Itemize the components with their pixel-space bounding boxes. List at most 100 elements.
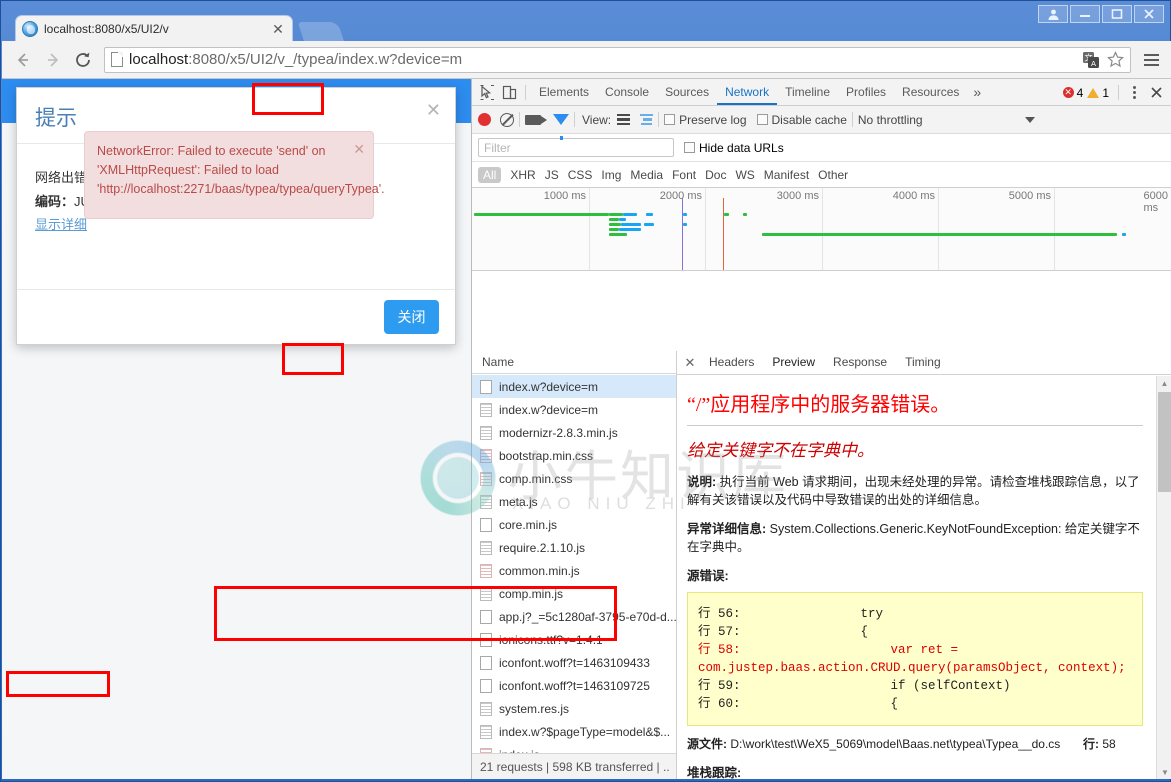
list-view-icon[interactable] — [617, 113, 631, 126]
type-filter-xhr[interactable]: XHR — [510, 168, 535, 182]
forward-arrow-icon[interactable] — [38, 45, 68, 75]
network-overview-timeline[interactable]: 1000 ms 2000 ms 3000 ms 4000 ms 5000 ms … — [472, 188, 1171, 271]
warning-icon — [1087, 87, 1100, 98]
type-filter-js[interactable]: JS — [545, 168, 559, 182]
star-icon[interactable] — [1106, 51, 1124, 69]
request-row[interactable]: ionicons.ttf?v=1.4.1 — [472, 628, 676, 651]
close-icon[interactable] — [1134, 5, 1164, 23]
browser-tab[interactable]: localhost:8080/x5/UI2/v ✕ — [15, 15, 293, 42]
type-filter-font[interactable]: Font — [672, 168, 696, 182]
blank-doc-icon — [480, 609, 492, 624]
detail-close-icon[interactable]: ✕ — [681, 355, 699, 371]
reload-icon[interactable] — [68, 45, 98, 75]
device-toolbar-icon[interactable] — [498, 81, 520, 103]
close-devtools-icon[interactable] — [1145, 82, 1167, 104]
tab-network[interactable]: Network — [717, 79, 778, 105]
detail-tab-preview[interactable]: Preview — [764, 351, 823, 374]
disable-cache-checkbox[interactable]: Disable cache — [756, 113, 847, 127]
detail-tab-response[interactable]: Response — [825, 351, 895, 374]
address-bar[interactable]: localhost:8080/x5/UI2/v_/typea/index.w?d… — [104, 46, 1131, 73]
server-error-exception: 异常详细信息: System.Collections.Generic.KeyNo… — [687, 520, 1143, 556]
dialog-close-icon[interactable]: ✕ — [426, 100, 441, 121]
css-icon — [480, 471, 492, 486]
request-row[interactable]: app.j?_=5c1280af-3795-e70d-d... — [472, 605, 676, 628]
server-error-title: “/”应用程序中的服务器错误。 — [687, 394, 951, 416]
type-filter-all[interactable]: All — [478, 166, 502, 183]
triangle-down-icon[interactable]: ▼ — [1157, 765, 1171, 779]
detail-tab-headers[interactable]: Headers — [701, 351, 762, 374]
request-row[interactable]: system.res.js — [472, 697, 676, 720]
overview-tick-5000: 5000 ms — [1008, 190, 1051, 202]
type-filter-other[interactable]: Other — [818, 168, 848, 182]
type-filter-img[interactable]: Img — [601, 168, 621, 182]
request-list[interactable]: index.w?device=m index.w?device=m moderniz… — [472, 375, 676, 753]
source-error-label: 源错误: — [687, 569, 729, 583]
request-row[interactable]: comp.min.css — [472, 467, 676, 490]
request-row[interactable]: modernizr-2.8.3.min.js — [472, 421, 676, 444]
filter-input[interactable] — [478, 138, 674, 157]
scrollbar-thumb[interactable] — [1158, 392, 1171, 492]
tab-close-icon[interactable]: ✕ — [270, 22, 286, 36]
request-row[interactable]: require.2.1.10.js — [472, 536, 676, 559]
preserve-log-checkbox[interactable]: Preserve log — [664, 113, 747, 127]
css-icon — [480, 563, 492, 578]
funnel-icon[interactable] — [553, 114, 569, 140]
request-row[interactable]: meta.js — [472, 490, 676, 513]
type-filter-media[interactable]: Media — [630, 168, 663, 182]
request-row[interactable]: iconfont.woff?t=1463109433 — [472, 651, 676, 674]
throttling-select[interactable]: No throttling — [858, 113, 923, 127]
chevron-down-icon[interactable] — [1025, 116, 1035, 123]
request-name: index.w?device=m — [499, 402, 599, 417]
tab-console[interactable]: Console — [597, 79, 657, 105]
new-tab-button[interactable] — [297, 22, 345, 42]
request-row[interactable]: bootstrap.min.css — [472, 444, 676, 467]
tab-resources[interactable]: Resources — [894, 79, 967, 105]
preview-scrollbar[interactable]: ▲ ▼ — [1156, 376, 1171, 779]
minimize-icon[interactable] — [1070, 5, 1100, 23]
type-filter-css[interactable]: CSS — [568, 168, 593, 182]
kebab-menu-icon[interactable] — [1128, 86, 1141, 99]
hamburger-menu-icon[interactable] — [1137, 45, 1165, 75]
clear-icon[interactable] — [500, 112, 514, 127]
user-profile-icon[interactable] — [1038, 5, 1068, 23]
tab-profiles[interactable]: Profiles — [838, 79, 894, 105]
type-filter-ws[interactable]: WS — [735, 168, 754, 182]
request-row[interactable]: index.w?$pageType=model&$... — [472, 720, 676, 743]
type-filter-manifest[interactable]: Manifest — [764, 168, 809, 182]
tab-elements[interactable]: Elements — [531, 79, 597, 105]
request-row[interactable]: index.js — [472, 743, 676, 753]
warning-count-badge[interactable]: 1 — [1087, 86, 1109, 100]
dialog-close-button[interactable]: 关闭 — [384, 300, 439, 334]
camera-icon[interactable] — [525, 114, 547, 125]
css-icon — [480, 448, 492, 463]
request-name: app.j?_=5c1280af-3795-e70d-d... — [499, 609, 676, 624]
translate-icon[interactable]: 文A — [1082, 51, 1100, 69]
tab-timeline[interactable]: Timeline — [777, 79, 838, 105]
maximize-icon[interactable] — [1102, 5, 1132, 23]
divider — [687, 425, 1143, 426]
network-status-bar: 21 requests | 598 KB transferred | .. — [472, 753, 676, 779]
request-row[interactable]: core.min.js — [472, 513, 676, 536]
tab-strip: localhost:8080/x5/UI2/v ✕ — [1, 1, 1170, 42]
back-arrow-icon[interactable] — [8, 45, 38, 75]
tab-sources[interactable]: Sources — [657, 79, 717, 105]
window-controls — [1038, 5, 1164, 23]
type-filter-doc[interactable]: Doc — [705, 168, 726, 182]
request-row[interactable]: iconfont.woff?t=1463109725 — [472, 674, 676, 697]
request-row[interactable]: comp.min.js — [472, 582, 676, 605]
error-toast-close-icon[interactable]: ✕ — [353, 140, 365, 159]
waterfall-view-icon[interactable] — [640, 113, 654, 126]
triangle-up-icon[interactable]: ▲ — [1157, 376, 1171, 390]
request-row[interactable]: index.w?device=m — [472, 398, 676, 421]
request-row[interactable]: index.w?device=m — [472, 375, 676, 398]
more-tabs-icon[interactable]: » — [967, 84, 987, 100]
record-button-icon[interactable] — [478, 113, 491, 126]
request-row[interactable]: common.min.js — [472, 559, 676, 582]
hide-data-urls-checkbox[interactable]: Hide data URLs — [684, 141, 784, 155]
error-count-badge[interactable]: ✕ 4 — [1062, 86, 1083, 100]
divider — [1118, 85, 1119, 100]
detail-tab-timing[interactable]: Timing — [897, 351, 949, 374]
inspect-element-icon[interactable] — [476, 81, 498, 103]
url-text: localhost:8080/x5/UI2/v_/typea/index.w?d… — [129, 51, 463, 68]
doc-icon — [480, 402, 492, 417]
